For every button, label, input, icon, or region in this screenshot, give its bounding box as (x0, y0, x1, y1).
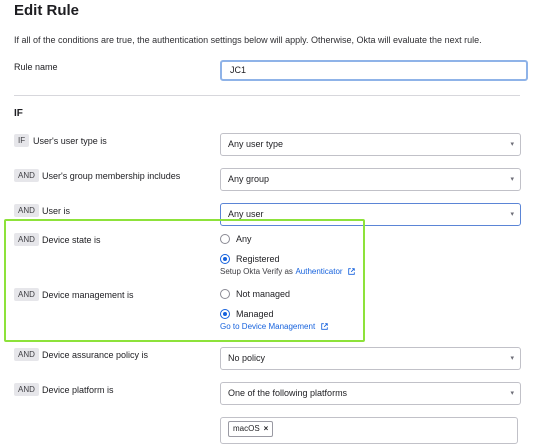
chevron-down-icon: ▾ (510, 355, 514, 362)
user-type-label: User's user type is (33, 136, 107, 146)
rule-name-input[interactable]: JC1 (220, 60, 528, 81)
rule-name-label: Rule name (14, 62, 58, 72)
section-divider (14, 95, 520, 96)
chevron-down-icon: ▾ (510, 390, 514, 397)
group-membership-value: Any group (228, 174, 270, 184)
user-is-value: Any user (228, 209, 264, 219)
device-platform-select[interactable]: One of the following platforms ▾ (220, 382, 521, 405)
if-heading: IF (14, 108, 23, 119)
assurance-policy-value: No policy (228, 353, 266, 363)
device-state-label: Device state is (42, 235, 101, 245)
condition-tag-and: AND (14, 288, 39, 301)
page-subtitle: If all of the conditions are true, the a… (14, 35, 482, 45)
device-management-link-row: Go to Device Management (220, 321, 328, 331)
chevron-down-icon: ▾ (510, 211, 514, 218)
assurance-policy-select[interactable]: No policy ▾ (220, 347, 521, 370)
user-is-select[interactable]: Any user ▾ (220, 203, 521, 226)
device-not-managed-label[interactable]: Not managed (236, 289, 290, 299)
device-state-registered-radio[interactable] (220, 254, 230, 264)
user-is-label: User is (42, 206, 71, 216)
chevron-down-icon: ▾ (510, 176, 514, 183)
condition-tag-and: AND (14, 204, 39, 217)
platform-chip-label: macOS (233, 424, 260, 433)
condition-tag-and: AND (14, 383, 39, 396)
device-managed-label[interactable]: Managed (236, 309, 274, 319)
device-state-hint: Setup Okta Verify as Authenticator (220, 266, 355, 276)
device-state-registered-label[interactable]: Registered (236, 254, 280, 264)
external-link-icon[interactable] (320, 323, 328, 330)
device-management-label: Device management is (42, 290, 134, 300)
device-state-hint-text: Setup Okta Verify as (220, 267, 293, 276)
device-state-any-label[interactable]: Any (236, 234, 252, 244)
user-type-value: Any user type (228, 139, 284, 149)
go-to-device-management-link[interactable]: Go to Device Management (220, 322, 315, 331)
page-title: Edit Rule (14, 2, 80, 19)
device-not-managed-radio[interactable] (220, 289, 230, 299)
user-type-select[interactable]: Any user type ▾ (220, 133, 521, 156)
condition-tag-and: AND (14, 169, 39, 182)
device-state-any-radio[interactable] (220, 234, 230, 244)
condition-tag-if: IF (14, 134, 30, 147)
assurance-policy-label: Device assurance policy is (42, 350, 149, 360)
authenticator-link[interactable]: Authenticator (295, 267, 342, 276)
close-icon[interactable]: × (264, 424, 269, 433)
device-managed-radio[interactable] (220, 309, 230, 319)
chevron-down-icon: ▾ (510, 141, 514, 148)
condition-tag-and: AND (14, 348, 39, 361)
group-membership-select[interactable]: Any group ▾ (220, 168, 521, 191)
group-membership-label: User's group membership includes (42, 171, 181, 181)
external-link-icon[interactable] (348, 268, 355, 275)
condition-tag-and: AND (14, 233, 39, 246)
platform-chip[interactable]: macOS × (228, 421, 274, 437)
device-platform-label: Device platform is (42, 385, 114, 395)
device-platform-value: One of the following platforms (228, 388, 348, 398)
